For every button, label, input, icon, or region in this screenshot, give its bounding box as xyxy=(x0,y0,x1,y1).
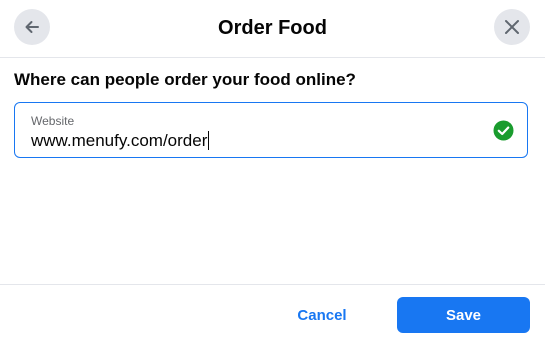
text-caret xyxy=(208,131,210,150)
dialog-footer: Cancel Save xyxy=(0,284,545,344)
website-field-label: Website xyxy=(31,114,75,128)
dialog-header: Order Food xyxy=(0,0,545,58)
close-icon xyxy=(503,18,521,36)
dialog-title: Order Food xyxy=(218,17,327,39)
website-input-value: www.menufy.com/order xyxy=(31,131,208,150)
form-question: Where can people order your food online? xyxy=(14,70,356,89)
save-button[interactable]: Save xyxy=(397,297,530,333)
check-circle-icon xyxy=(493,120,514,141)
close-button[interactable] xyxy=(494,9,530,45)
website-field[interactable]: Website www.menufy.com/order xyxy=(14,102,528,158)
website-input[interactable]: www.menufy.com/order xyxy=(31,131,210,151)
cancel-button[interactable]: Cancel xyxy=(264,297,380,333)
